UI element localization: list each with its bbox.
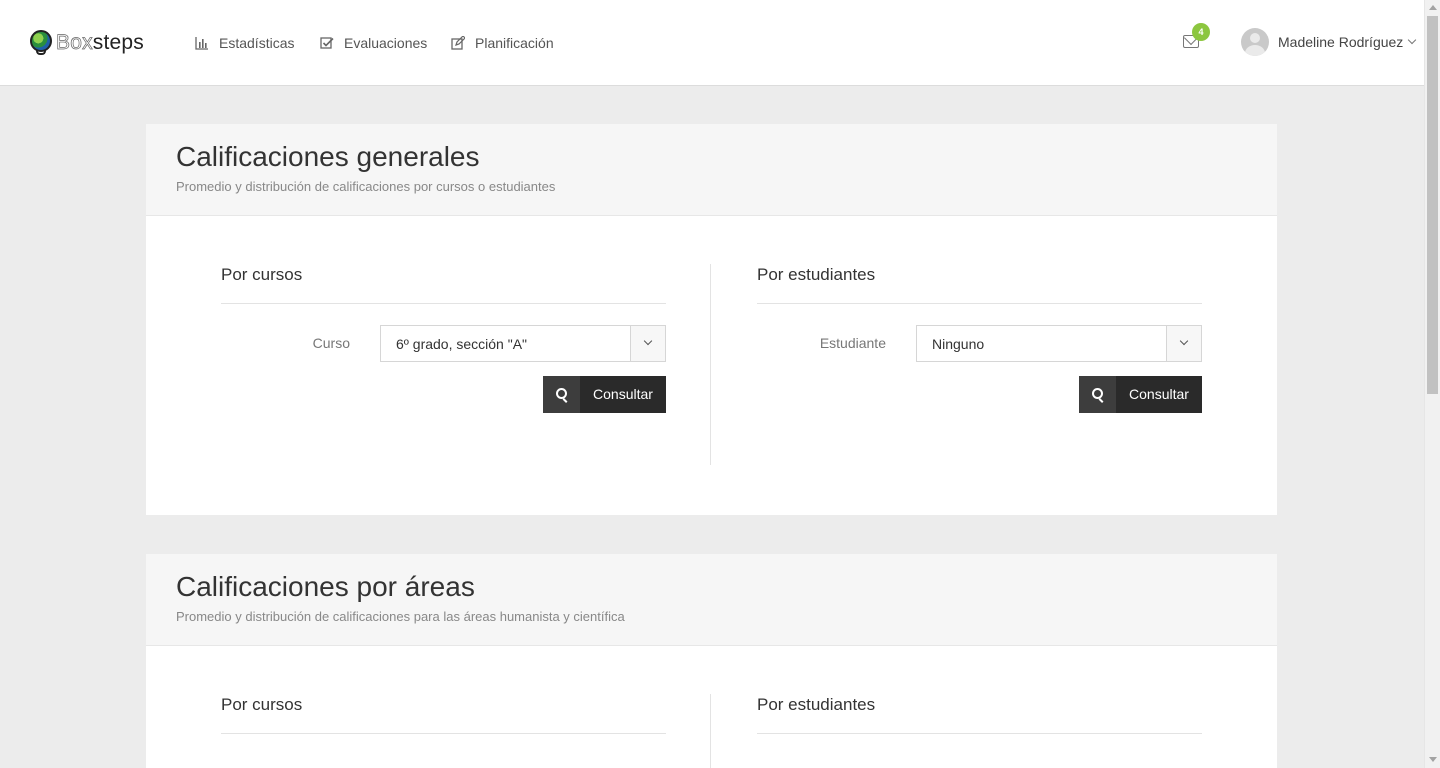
- curso-label: Curso: [312, 335, 350, 351]
- avatar[interactable]: [1241, 28, 1269, 56]
- chevron-down-icon: [643, 336, 653, 346]
- estudiante-label: Estudiante: [819, 335, 886, 351]
- panel-calificaciones-por-areas: Calificaciones por áreas Promedio y dist…: [146, 554, 1277, 768]
- estudiante-select-value: Ninguno: [932, 336, 985, 352]
- curso-row: Curso 6º grado, sección "A" Consultar: [221, 325, 666, 413]
- estudiante-select[interactable]: Ninguno: [916, 325, 1202, 362]
- panel-title: Calificaciones generales: [176, 141, 480, 172]
- por-estudiantes-section: Por estudiantes Estudiante Ninguno Consu…: [757, 265, 1202, 413]
- nav-estadisticas-label: Estadísticas: [219, 35, 295, 51]
- globe-icon: [30, 30, 52, 56]
- user-name: Madeline Rodríguez: [1278, 34, 1404, 50]
- curso-select[interactable]: 6º grado, sección "A": [380, 325, 666, 362]
- nav-planificacion[interactable]: Planificación: [451, 34, 554, 52]
- estudiante-row: Estudiante Ninguno Consultar: [757, 325, 1202, 413]
- panel-calificaciones-generales: Calificaciones generales Promedio y dist…: [146, 124, 1277, 515]
- page-scrollbar[interactable]: [1424, 0, 1440, 768]
- nav-evaluaciones-label: Evaluaciones: [344, 35, 428, 51]
- consultar-cursos-button[interactable]: Consultar: [543, 376, 666, 413]
- user-menu[interactable]: Madeline Rodríguez: [1278, 34, 1417, 50]
- edit-icon: [451, 36, 465, 50]
- por-estudiantes-section: Por estudiantes: [757, 695, 1202, 734]
- column-divider: [710, 694, 711, 768]
- consultar-estudiantes-button[interactable]: Consultar: [1079, 376, 1202, 413]
- section-title: Por cursos: [221, 695, 666, 734]
- bar-chart-icon: [195, 37, 208, 50]
- scroll-up-arrow-icon[interactable]: [1429, 5, 1437, 10]
- scroll-down-arrow-icon[interactable]: [1429, 757, 1437, 762]
- panel-header: Calificaciones por áreas Promedio y dist…: [146, 554, 1277, 646]
- scroll-thumb[interactable]: [1427, 16, 1438, 394]
- nav-planificacion-label: Planificación: [475, 35, 554, 51]
- nav-evaluaciones[interactable]: Evaluaciones: [320, 34, 427, 52]
- brand-name: Boxsteps: [56, 31, 144, 55]
- panel-subtitle: Promedio y distribución de calificacione…: [176, 179, 556, 194]
- select-toggle[interactable]: [630, 326, 665, 361]
- curso-select-value: 6º grado, sección "A": [396, 336, 528, 352]
- nav-estadisticas[interactable]: Estadísticas: [195, 34, 294, 52]
- chevron-down-icon: [1408, 35, 1417, 45]
- search-icon: [1079, 376, 1116, 413]
- notification-badge: 4: [1192, 23, 1210, 41]
- panel-subtitle: Promedio y distribución de calificacione…: [176, 609, 625, 624]
- section-title: Por estudiantes: [757, 695, 1202, 734]
- section-title: Por estudiantes: [757, 265, 1202, 304]
- por-cursos-section: Por cursos Curso 6º grado, sección "A" C…: [221, 265, 666, 413]
- chevron-down-icon: [1179, 336, 1189, 346]
- panel-header: Calificaciones generales Promedio y dist…: [146, 124, 1277, 216]
- panel-title: Calificaciones por áreas: [176, 571, 475, 602]
- button-label: Consultar: [1129, 386, 1189, 402]
- top-navbar: Boxsteps Estadísticas Evaluaciones Plani…: [0, 0, 1424, 86]
- por-cursos-section: Por cursos: [221, 695, 666, 734]
- column-divider: [710, 264, 711, 465]
- search-icon: [543, 376, 580, 413]
- brand-logo[interactable]: Boxsteps: [30, 29, 144, 57]
- select-toggle[interactable]: [1166, 326, 1201, 361]
- check-square-icon: [320, 37, 334, 49]
- button-label: Consultar: [593, 386, 653, 402]
- section-title: Por cursos: [221, 265, 666, 304]
